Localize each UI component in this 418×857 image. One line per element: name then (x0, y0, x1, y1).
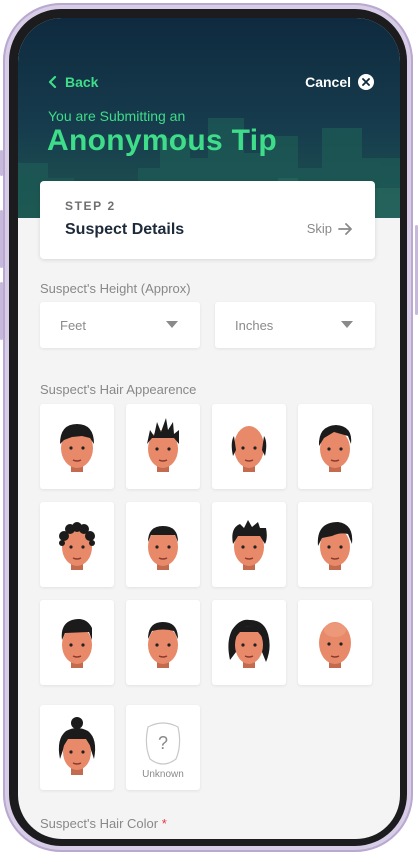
skip-label: Skip (306, 221, 332, 236)
curly-hair-icon (59, 522, 95, 570)
step-card: STEP 2 Suspect Details Skip (40, 181, 375, 259)
caret-down-icon (166, 321, 178, 328)
hair-option-bowl-cut[interactable] (40, 404, 114, 489)
hair-option-slicked-back[interactable] (126, 600, 200, 685)
hair-option-short-crop[interactable] (126, 502, 200, 587)
bowl-cut-hair-icon (60, 424, 94, 472)
hair-color-label: Suspect's Hair Color (40, 816, 159, 831)
close-icon (358, 74, 374, 90)
volume-up-button (0, 210, 3, 268)
hair-option-quiff[interactable] (40, 600, 114, 685)
cancel-button[interactable]: Cancel (305, 74, 374, 90)
hair-option-spiky[interactable] (126, 404, 200, 489)
messy-textured-hair-icon (232, 520, 267, 570)
app-screen: Back Cancel You are Submitting an Anonym… (18, 18, 400, 839)
back-button[interactable]: Back (48, 74, 98, 90)
hair-option-long-swept[interactable] (298, 502, 372, 587)
top-bun-hair-icon (58, 717, 96, 775)
arrow-right-icon (338, 222, 352, 235)
short-crop-hair-icon (148, 526, 178, 570)
balding-hair-icon (231, 426, 267, 472)
hair-option-unknown[interactable]: ? Unknown (126, 705, 200, 790)
hair-option-top-bun[interactable] (40, 705, 114, 790)
hair-option-side-part[interactable] (298, 404, 372, 489)
svg-text:?: ? (158, 733, 168, 753)
long-swept-hair-icon (317, 522, 353, 570)
page-title: Anonymous Tip (47, 124, 278, 157)
hair-option-curly[interactable] (40, 502, 114, 587)
bald-hair-icon (319, 622, 351, 668)
feet-select-value: Feet (60, 318, 87, 333)
step-label: STEP 2 (65, 199, 116, 213)
hair-option-shoulder-length-wavy[interactable] (212, 600, 286, 685)
step-title: Suspect Details (65, 221, 185, 238)
hair-option-messy-textured[interactable] (212, 502, 286, 587)
page-subtitle: You are Submitting an (48, 108, 186, 124)
feet-select[interactable]: Feet (40, 302, 200, 348)
required-indicator: * (161, 816, 167, 831)
chevron-left-icon (48, 76, 57, 88)
back-label: Back (65, 74, 99, 90)
shoulder-length-wavy-hair-icon (228, 619, 270, 668)
side-part-hair-icon (318, 425, 352, 472)
skip-button[interactable]: Skip (307, 221, 353, 236)
unknown-question-icon: ? (145, 722, 181, 765)
hair-color-section-label: Suspect's Hair Color * (40, 816, 167, 831)
inches-select-value: Inches (235, 318, 274, 333)
hair-option-bald[interactable] (298, 600, 372, 685)
quiff-hair-icon (61, 619, 92, 668)
height-section-label: Suspect's Height (Approx) (40, 281, 191, 296)
caret-down-icon (341, 321, 353, 328)
slicked-back-hair-icon (148, 622, 178, 668)
inches-select[interactable]: Inches (215, 302, 375, 348)
spiky-hair-icon (147, 418, 179, 472)
unknown-label: Unknown (142, 769, 184, 780)
volume-down-button (0, 282, 3, 340)
hair-section-label: Suspect's Hair Appearence (40, 382, 197, 397)
mute-switch (0, 150, 3, 176)
cancel-label: Cancel (305, 74, 351, 90)
hair-option-balding[interactable] (212, 404, 286, 489)
